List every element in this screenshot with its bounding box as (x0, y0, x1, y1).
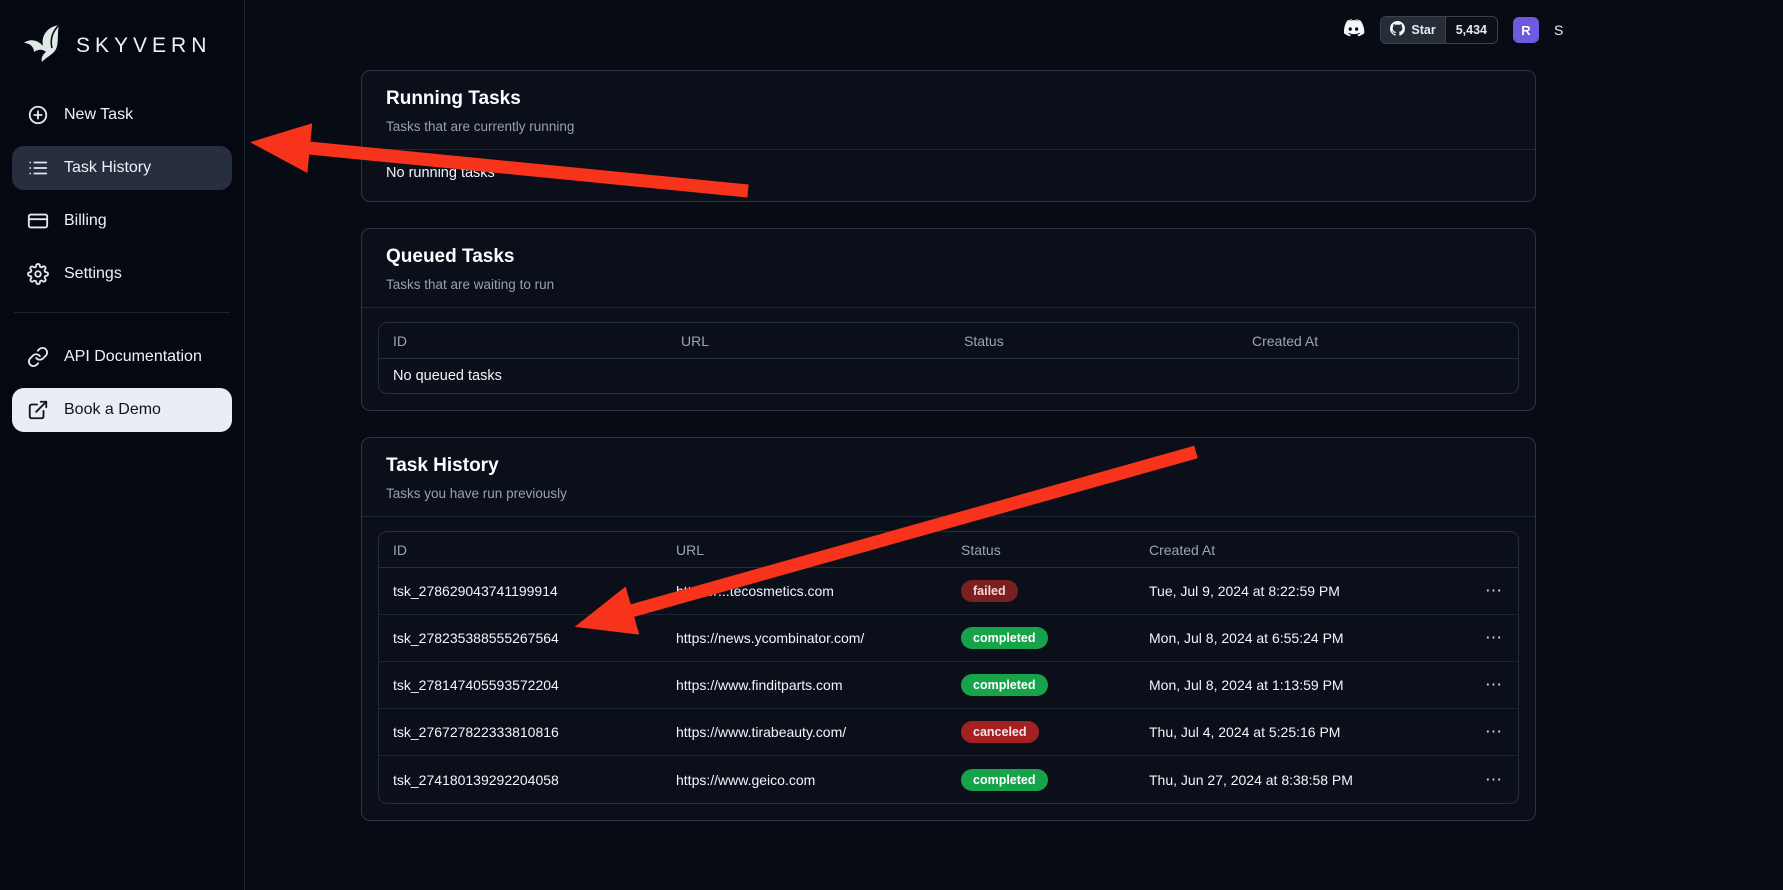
card-title: Task History (386, 455, 1511, 477)
queued-tasks-card: Queued Tasks Tasks that are waiting to r… (361, 228, 1536, 411)
created-at-cell: Mon, Jul 8, 2024 at 1:13:59 PM (1149, 677, 1460, 693)
status-cell: completed (961, 769, 1149, 791)
created-at-cell: Mon, Jul 8, 2024 at 6:55:24 PM (1149, 630, 1460, 646)
task-history-table: ID URL Status Created At tsk_27862904374… (378, 531, 1519, 804)
task-id-cell: tsk_278629043741199914 (393, 583, 676, 599)
sidebar-divider (14, 312, 230, 313)
sidebar-item-label: API Documentation (64, 348, 202, 366)
sidebar-item-label: Book a Demo (64, 401, 161, 419)
task-id-cell: tsk_278147405593572204 (393, 677, 676, 693)
app-root: SKYVERN New Task Task History Billing Se (0, 0, 1783, 890)
sidebar-item-settings[interactable]: Settings (12, 252, 232, 296)
status-badge: completed (961, 769, 1048, 791)
sidebar: SKYVERN New Task Task History Billing Se (0, 0, 245, 890)
github-icon (1390, 21, 1405, 39)
plus-circle-icon (26, 103, 50, 127)
task-url-cell: https://news.ycombinator.com/ (676, 630, 961, 646)
task-url-cell: https://www.geico.com (676, 772, 961, 788)
table-header-row: ID URL Status Created At (379, 323, 1518, 359)
status-cell: canceled (961, 721, 1149, 743)
column-header-url: URL (681, 333, 964, 349)
sidebar-item-label: New Task (64, 106, 133, 124)
github-star-widget[interactable]: Star 5,434 (1380, 16, 1498, 44)
status-badge: canceled (961, 721, 1039, 743)
table-row[interactable]: tsk_274180139292204058 https://www.geico… (379, 756, 1518, 803)
sidebar-item-api-documentation[interactable]: API Documentation (12, 335, 232, 379)
row-actions-button[interactable]: ⋯ (1460, 675, 1504, 695)
created-at-cell: Thu, Jun 27, 2024 at 8:38:58 PM (1149, 772, 1460, 788)
sidebar-item-label: Task History (64, 159, 151, 177)
link-icon (26, 345, 50, 369)
avatar[interactable]: R (1513, 17, 1539, 43)
discord-icon (1339, 18, 1365, 43)
status-cell: completed (961, 674, 1149, 696)
task-url-cell: https://www.tirabeauty.com/ (676, 724, 961, 740)
row-actions-button[interactable]: ⋯ (1460, 722, 1504, 742)
sidebar-item-book-a-demo[interactable]: Book a Demo (12, 388, 232, 432)
task-history-header: Task History Tasks you have run previous… (362, 438, 1535, 517)
row-actions-button[interactable]: ⋯ (1460, 628, 1504, 648)
column-header-id: ID (393, 333, 681, 349)
sidebar-item-new-task[interactable]: New Task (12, 93, 232, 137)
credit-card-icon (26, 209, 50, 233)
created-at-cell: Thu, Jul 4, 2024 at 5:25:16 PM (1149, 724, 1460, 740)
status-cell: completed (961, 627, 1149, 649)
table-row[interactable]: tsk_276727822333810816 https://www.tirab… (379, 709, 1518, 756)
task-url-cell: https://...tecosmetics.com (676, 583, 961, 599)
github-star-label: Star (1411, 23, 1435, 37)
task-url-cell: https://www.finditparts.com (676, 677, 961, 693)
queued-tasks-header: Queued Tasks Tasks that are waiting to r… (362, 229, 1535, 308)
task-id-cell: tsk_276727822333810816 (393, 724, 676, 740)
running-tasks-card: Running Tasks Tasks that are currently r… (361, 70, 1536, 202)
table-header-row: ID URL Status Created At (379, 532, 1518, 568)
task-id-cell: tsk_278235388555267564 (393, 630, 676, 646)
column-header-created: Created At (1149, 542, 1460, 558)
created-at-cell: Tue, Jul 9, 2024 at 8:22:59 PM (1149, 583, 1460, 599)
card-title: Running Tasks (386, 88, 1511, 110)
task-id-cell: tsk_274180139292204058 (393, 772, 676, 788)
column-header-created: Created At (1252, 333, 1504, 349)
card-subtitle: Tasks that are waiting to run (386, 277, 1511, 292)
content-column: Running Tasks Tasks that are currently r… (361, 70, 1536, 821)
gear-icon (26, 262, 50, 286)
running-tasks-empty: No running tasks (362, 150, 1535, 201)
skyvern-dragon-icon (22, 22, 66, 69)
row-actions-button[interactable]: ⋯ (1460, 770, 1504, 790)
topbar: Star 5,434 R S (1339, 16, 1566, 44)
user-menu-cropped[interactable]: S (1554, 22, 1566, 38)
row-actions-button[interactable]: ⋯ (1460, 581, 1504, 601)
logo-text: SKYVERN (76, 34, 211, 58)
table-row[interactable]: tsk_278147405593572204 https://www.findi… (379, 662, 1518, 709)
column-header-url: URL (676, 542, 961, 558)
queued-tasks-table: ID URL Status Created At No queued tasks (378, 322, 1519, 394)
status-badge: completed (961, 627, 1048, 649)
sidebar-item-task-history[interactable]: Task History (12, 146, 232, 190)
column-header-id: ID (393, 542, 676, 558)
status-cell: failed (961, 580, 1149, 602)
external-link-icon (26, 398, 50, 422)
card-title: Queued Tasks (386, 246, 1511, 268)
logo: SKYVERN (12, 16, 232, 93)
github-star-count: 5,434 (1445, 17, 1497, 43)
table-row[interactable]: tsk_278235388555267564 https://news.ycom… (379, 615, 1518, 662)
task-history-card: Task History Tasks you have run previous… (361, 437, 1536, 821)
status-badge: completed (961, 674, 1048, 696)
avatar-letter: R (1521, 23, 1530, 38)
table-row[interactable]: tsk_278629043741199914 https://...tecosm… (379, 568, 1518, 615)
column-header-status: Status (964, 333, 1252, 349)
list-icon (26, 156, 50, 180)
card-subtitle: Tasks that are currently running (386, 119, 1511, 134)
status-badge: failed (961, 580, 1018, 602)
queued-tasks-empty: No queued tasks (379, 359, 1518, 393)
card-subtitle: Tasks you have run previously (386, 486, 1511, 501)
column-header-status: Status (961, 542, 1149, 558)
running-tasks-header: Running Tasks Tasks that are currently r… (362, 71, 1535, 150)
sidebar-item-label: Billing (64, 212, 107, 230)
discord-button[interactable] (1339, 18, 1365, 43)
sidebar-item-billing[interactable]: Billing (12, 199, 232, 243)
sidebar-item-label: Settings (64, 265, 122, 283)
